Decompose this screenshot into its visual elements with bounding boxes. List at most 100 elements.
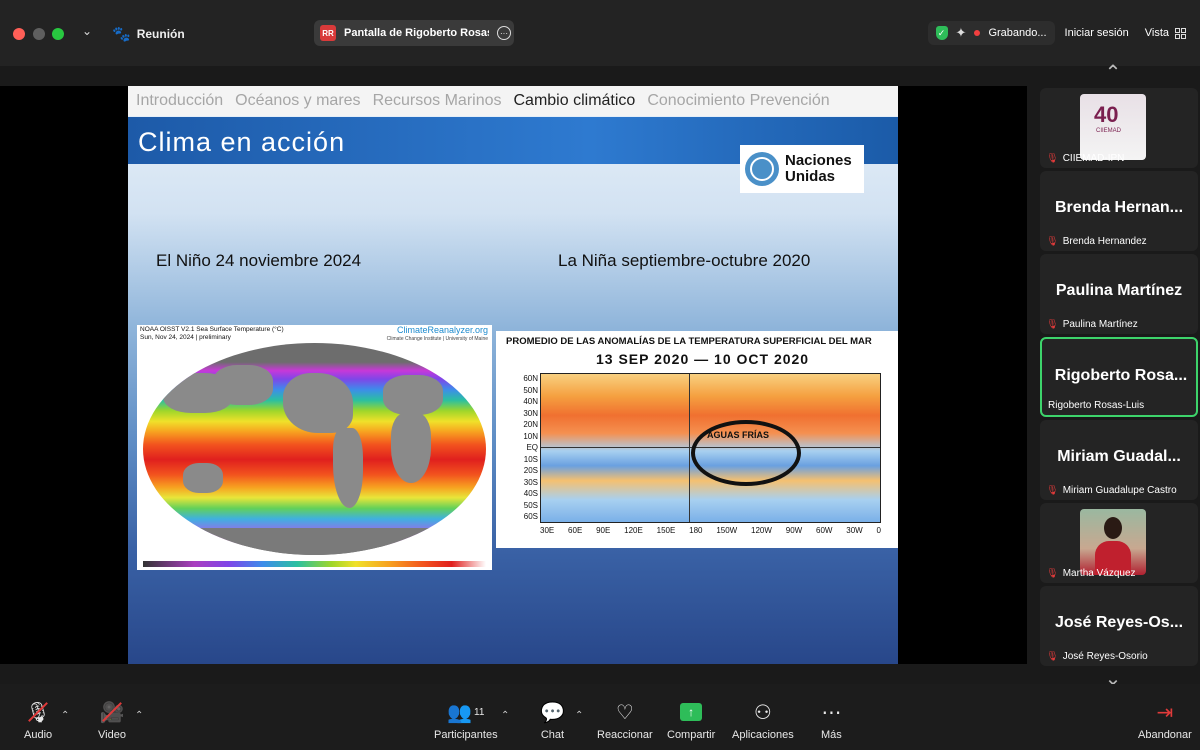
sst-globe: [143, 343, 486, 555]
y-tick-label: 10S: [523, 454, 538, 464]
audio-options-chevron-up-icon[interactable]: ⌃: [61, 710, 69, 721]
y-tick-label: 50S: [523, 500, 538, 510]
y-tick-label: 20N: [523, 420, 538, 429]
participant-video: [1080, 509, 1146, 575]
y-tick-label: EQ: [526, 443, 538, 452]
anomaly-plot: AGUAS FRÍAS: [540, 373, 881, 523]
participant-display-name: Miriam Guadal...: [1057, 448, 1181, 465]
caption-el-nino: El Niño 24 noviembre 2024: [156, 251, 362, 270]
fullscreen-window-button[interactable]: [52, 28, 64, 40]
video-options-chevron-up-icon[interactable]: ⌃: [135, 710, 143, 721]
un-logo: Naciones Unidas: [740, 145, 864, 193]
shield-icon: ✓: [935, 26, 948, 40]
climate-reanalyzer-brand: ClimateReanalyzer.org Climate Change Ins…: [386, 325, 488, 343]
x-tick-label: 90W: [785, 526, 803, 535]
x-tick-label: 0: [876, 526, 881, 535]
participant-name-label: 🎙 Martha Vázquez: [1046, 568, 1136, 579]
slide-nav-item: Introducción: [136, 92, 224, 109]
apps-button[interactable]: ⚇ Aplicaciones: [732, 700, 794, 742]
more-options-icon[interactable]: ···: [497, 26, 511, 40]
microphone-muted-icon: 🎙: [1046, 651, 1059, 662]
chevron-down-icon[interactable]: ⌄: [82, 24, 92, 38]
anomaly-map-date: 13 SEP 2020 — 10 OCT 2020: [596, 351, 810, 367]
y-tick-label: 30N: [523, 408, 538, 418]
more-button[interactable]: ⋯ Más: [821, 700, 842, 742]
heart-icon: ♡: [615, 701, 634, 724]
view-button[interactable]: Vista: [1139, 21, 1192, 45]
dateline: [689, 374, 690, 522]
screen-share-tab[interactable]: RR Pantalla de Rigoberto Rosas-Luis ···: [314, 20, 514, 46]
gallery-scroll-up-icon[interactable]: ⌃: [1098, 63, 1128, 83]
sst-map-header: NOAA OISST V2.1 Sea Surface Temperature …: [140, 326, 284, 341]
anomaly-x-axis: 30E 60E 90E 120E 150E 180 150W 120W 90W 60W 30W 0: [540, 526, 881, 535]
react-button[interactable]: ♡ Reaccionar: [597, 700, 653, 742]
anomaly-y-axis: 60N 50N 40N 30N 20N 10N EQ 10S 20S 30S 40S 50S 60S: [516, 373, 538, 523]
grid-view-icon: [1175, 27, 1186, 39]
slide-nav-item: Conocimiento Prevención: [647, 92, 830, 109]
y-tick-label: 40S: [523, 489, 538, 498]
audio-button[interactable]: 🎙 Audio: [24, 700, 52, 742]
more-icon: ⋯: [821, 701, 842, 724]
un-emblem-icon: [745, 152, 779, 186]
paw-icon: 🐾: [112, 26, 131, 43]
participant-tile[interactable]: Rigoberto Rosa... Rigoberto Rosas-Luis: [1040, 337, 1198, 417]
x-tick-label: 60E: [568, 526, 583, 535]
close-window-button[interactable]: [13, 28, 25, 40]
participant-name-label: Rigoberto Rosas-Luis: [1048, 400, 1145, 411]
participants-options-chevron-up-icon[interactable]: ⌃: [501, 710, 509, 721]
x-tick-label: 150E: [656, 526, 676, 535]
participant-display-name: Paulina Martínez: [1055, 282, 1183, 299]
chat-button[interactable]: 💬 Chat: [540, 700, 565, 742]
participant-name-label: 🎙 Miriam Guadalupe Castro: [1046, 485, 1177, 496]
x-tick-label: 60W: [816, 526, 833, 535]
recording-label: Grabando...: [988, 27, 1047, 39]
leave-button[interactable]: ⇥ Abandonar: [1138, 700, 1192, 742]
camera-muted-icon: 🎥: [100, 700, 125, 724]
presentation-slide: Introducción Océanos y mares Recursos Mari…: [128, 86, 898, 664]
sst-anomaly-map: PROMEDIO DE LAS ANOMALÍAS DE LA TEMPERAT…: [496, 331, 898, 548]
chat-options-chevron-up-icon[interactable]: ⌃: [575, 710, 583, 721]
microphone-muted-icon: 🎙: [1046, 236, 1059, 247]
presenter-avatar-badge: RR: [320, 25, 336, 41]
participant-tile[interactable]: 🎙 Martha Vázquez: [1040, 503, 1198, 583]
title-bar: ⌄ 🐾 Reunión RR Pantalla de Rigoberto Ros…: [0, 0, 1200, 66]
participant-name-label: 🎙 José Reyes-Osorio: [1046, 651, 1148, 662]
sign-in-button[interactable]: Iniciar sesión: [1055, 21, 1139, 45]
participant-gallery: ⌃ ⌄ 40 CIIEMAD 🎙 CIIEMAD-IPN Brenda Hernan..…: [1040, 63, 1200, 689]
slide-nav-item: Recursos Marinos: [372, 92, 502, 109]
recording-indicator[interactable]: ✓ ✦ Grabando...: [927, 21, 1055, 45]
slide-nav-item: Océanos y mares: [235, 92, 361, 109]
participants-icon: 👥 11: [447, 701, 485, 724]
participant-tile[interactable]: 40 CIIEMAD 🎙 CIIEMAD-IPN: [1040, 88, 1198, 168]
slide-nav-bar: Introducción Océanos y mares Recursos Mari…: [128, 86, 898, 116]
titlebar-right-tools: ✓ ✦ Grabando... Iniciar sesión Vista: [927, 21, 1192, 45]
sparkle-icon[interactable]: ✦: [956, 25, 967, 41]
meeting-title: 🐾 Reunión: [112, 26, 185, 43]
participant-tile[interactable]: Miriam Guadal... 🎙 Miriam Guadalupe Castro: [1040, 420, 1198, 500]
y-tick-label: 30S: [523, 477, 538, 487]
participant-avatar: 40 CIIEMAD: [1080, 94, 1146, 160]
caption-la-nina: La Niña septiembre-octubre 2020: [558, 251, 811, 270]
y-tick-label: 60N: [523, 374, 538, 383]
x-tick-label: 180: [689, 526, 703, 535]
y-tick-label: 50N: [523, 385, 538, 395]
x-tick-label: 30E: [540, 526, 555, 535]
leave-icon: ⇥: [1156, 701, 1174, 724]
participant-name-label: 🎙 CIIEMAD-IPN: [1046, 153, 1125, 164]
slide-nav-item: Cambio climático: [513, 92, 636, 109]
screen-share-label: Pantalla de Rigoberto Rosas-Luis: [344, 27, 489, 39]
participant-tile[interactable]: Paulina Martínez 🎙 Paulina Martínez: [1040, 254, 1198, 334]
anomaly-map-title: PROMEDIO DE LAS ANOMALÍAS DE LA TEMPERAT…: [506, 336, 872, 347]
microphone-muted-icon: 🎙: [1046, 319, 1059, 330]
share-screen-button[interactable]: ↑ Compartir: [667, 700, 715, 741]
participant-tile[interactable]: José Reyes-Os... 🎙 José Reyes-Osorio: [1040, 586, 1198, 666]
participant-tile[interactable]: Brenda Hernan... 🎙 Brenda Hernandez: [1040, 171, 1198, 251]
y-tick-label: 40N: [523, 397, 538, 406]
video-button[interactable]: 🎥 Video: [98, 700, 126, 742]
minimize-window-button[interactable]: [33, 28, 45, 40]
participant-name-label: 🎙 Brenda Hernandez: [1046, 236, 1147, 247]
participants-button[interactable]: 👥 11 Participantes: [434, 700, 498, 742]
microphone-muted-icon: 🎙: [1046, 568, 1059, 579]
participant-display-name: Brenda Hernan...: [1054, 199, 1184, 216]
temperature-colorbar: [143, 561, 486, 567]
